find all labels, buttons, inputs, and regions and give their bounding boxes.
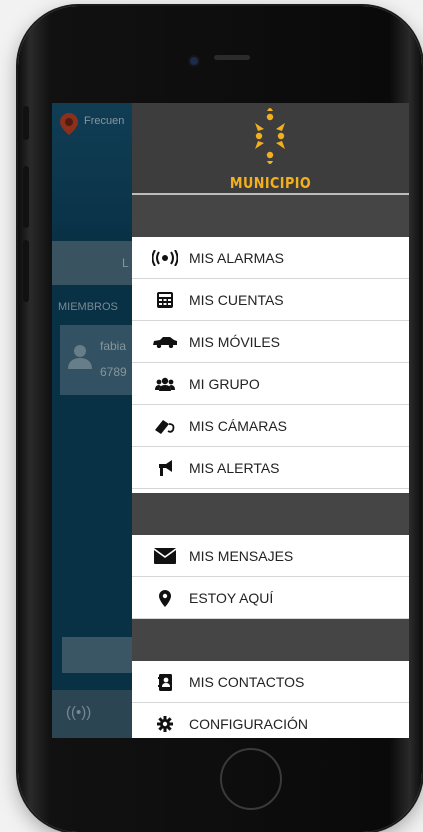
section-separator bbox=[132, 619, 409, 661]
earpiece-speaker bbox=[214, 55, 250, 60]
menu-item-alarmas[interactable]: MIS ALARMAS bbox=[132, 237, 409, 279]
menu-item-label: MI GRUPO bbox=[189, 376, 260, 392]
menu-item-contactos[interactable]: MIS CONTACTOS bbox=[132, 661, 409, 703]
home-button[interactable] bbox=[220, 748, 282, 810]
menu-item-label: ESTOY AQUÍ bbox=[189, 590, 274, 606]
volume-up-button bbox=[23, 166, 29, 228]
menu-item-estoy-aqui[interactable]: ESTOY AQUÍ bbox=[132, 577, 409, 619]
section-separator bbox=[132, 493, 409, 535]
menu-item-label: MIS ALERTAS bbox=[189, 460, 280, 476]
menu-item-label: MIS CÁMARAS bbox=[189, 418, 288, 434]
menu-item-label: MIS MENSAJES bbox=[189, 548, 294, 564]
menu-item-alertas[interactable]: MIS ALERTAS bbox=[132, 447, 409, 489]
phone-screen: Frecuen L MIEMBROS fabia 6789 ((•)) MUNI… bbox=[52, 103, 409, 738]
navigation-drawer: MUNICIPIO MIS ALARMAS MIS CUENTAS MIS MÓ… bbox=[132, 103, 409, 738]
contacts-icon bbox=[152, 673, 178, 691]
envelope-icon bbox=[152, 547, 178, 565]
drawer-header: MUNICIPIO bbox=[132, 103, 409, 195]
menu-item-moviles[interactable]: MIS MÓVILES bbox=[132, 321, 409, 363]
menu-group-messages: MIS MENSAJES ESTOY AQUÍ bbox=[132, 535, 409, 619]
front-camera bbox=[190, 57, 198, 65]
gear-icon bbox=[152, 715, 178, 733]
menu-group-settings: MIS CONTACTOS CONFIGURACIÓN bbox=[132, 661, 409, 738]
mute-switch bbox=[23, 106, 29, 140]
group-icon bbox=[152, 375, 178, 393]
menu-item-label: MIS MÓVILES bbox=[189, 334, 281, 350]
menu-item-cuentas[interactable]: MIS CUENTAS bbox=[132, 279, 409, 321]
calculator-icon bbox=[152, 291, 178, 309]
car-icon bbox=[152, 333, 178, 351]
menu-item-label: CONFIGURACIÓN bbox=[189, 716, 308, 732]
brand-name: MUNICIPIO bbox=[229, 174, 312, 192]
menu-item-camaras[interactable]: MIS CÁMARAS bbox=[132, 405, 409, 447]
menu-item-label: MIS CONTACTOS bbox=[189, 674, 305, 690]
menu-item-label: MIS ALARMAS bbox=[189, 250, 284, 266]
municipio-logo-icon bbox=[255, 108, 285, 164]
map-marker-icon bbox=[152, 589, 178, 607]
menu-group-main: MIS ALARMAS MIS CUENTAS MIS MÓVILES MI G… bbox=[132, 237, 409, 489]
menu-item-label: MIS CUENTAS bbox=[189, 292, 284, 308]
menu-item-configuracion[interactable]: CONFIGURACIÓN bbox=[132, 703, 409, 738]
volume-down-button bbox=[23, 240, 29, 302]
broadcast-icon bbox=[152, 249, 178, 267]
section-separator bbox=[132, 195, 409, 237]
camera-icon bbox=[152, 417, 178, 435]
megaphone-icon bbox=[152, 459, 178, 477]
menu-item-grupo[interactable]: MI GRUPO bbox=[132, 363, 409, 405]
menu-item-mensajes[interactable]: MIS MENSAJES bbox=[132, 535, 409, 577]
